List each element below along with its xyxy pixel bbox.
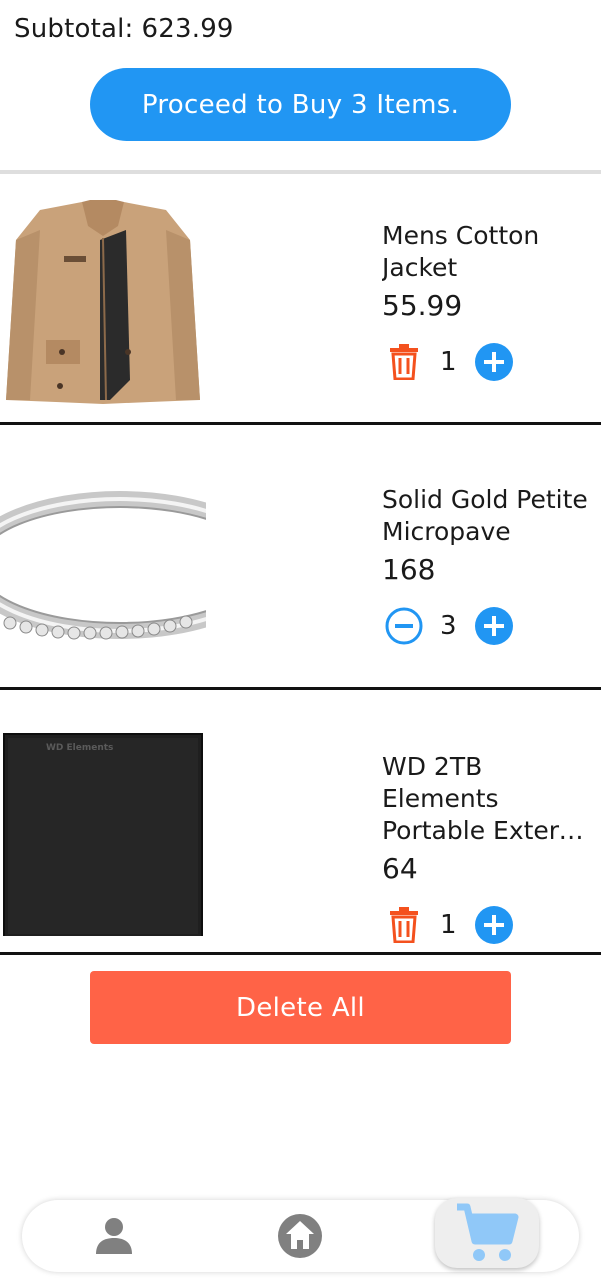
- item-info: WD 2TB Elements Portable External Hard D…: [382, 751, 597, 947]
- cart-item: Solid Gold Petite Micropave 168 3: [0, 425, 601, 690]
- quantity-stepper: 1: [382, 340, 597, 384]
- person-icon: [96, 1218, 132, 1254]
- bottom-nav: [22, 1198, 579, 1272]
- home-icon: [278, 1214, 322, 1258]
- item-name-line2: Jacket: [382, 253, 458, 282]
- quantity-stepper: 3: [382, 604, 597, 648]
- subtotal-label: Subtotal:: [14, 14, 134, 44]
- item-info: Mens Cotton Jacket 55.99 1: [382, 220, 597, 384]
- subtotal-value: 623.99: [141, 14, 234, 44]
- item-price: 55.99: [382, 289, 463, 322]
- cart-item: Mens Cotton Jacket 55.99 1: [0, 174, 601, 425]
- subtotal: Subtotal: 623.99: [14, 14, 234, 44]
- item-name-line1: Solid Gold Petite: [382, 485, 588, 514]
- item-price: 64: [382, 852, 418, 885]
- quantity-stepper: 1: [382, 903, 597, 947]
- trash-icon[interactable]: [384, 905, 424, 945]
- drive-label: WD Elements: [46, 743, 113, 753]
- item-name: WD 2TB Elements Portable External Hard D…: [382, 751, 597, 847]
- plus-circle-icon[interactable]: [474, 342, 514, 382]
- item-price: 168: [382, 553, 436, 586]
- item-name-line1: WD 2TB Elements: [382, 752, 499, 813]
- nav-home[interactable]: [248, 1200, 352, 1272]
- minus-circle-icon[interactable]: [384, 606, 424, 646]
- nav-cart[interactable]: [435, 1198, 539, 1268]
- item-thumbnail-ring[interactable]: [0, 465, 206, 671]
- item-name-line1: Mens Cotton: [382, 221, 540, 250]
- cart-screen: Subtotal:623.99 Proceed to Buy 3 Items.: [0, 0, 601, 1280]
- item-info: Solid Gold Petite Micropave 168 3: [382, 484, 597, 648]
- item-name: Mens Cotton Jacket: [382, 220, 597, 284]
- quantity-value: 1: [440, 347, 457, 377]
- item-name-line2: Portable External Hard Drive: [382, 816, 597, 845]
- delete-all-button[interactable]: Delete All: [90, 971, 511, 1044]
- item-name-line2: Micropave: [382, 517, 511, 546]
- cart-item: WD Elements WD 2TB Elements Portable Ext…: [0, 690, 601, 955]
- item-name: Solid Gold Petite Micropave: [382, 484, 597, 548]
- item-thumbnail-hard-drive[interactable]: WD Elements: [0, 730, 206, 936]
- item-thumbnail-jacket[interactable]: [0, 200, 206, 406]
- quantity-value: 1: [440, 910, 457, 940]
- quantity-value: 3: [440, 611, 457, 641]
- cart-icon: [457, 1203, 519, 1261]
- plus-circle-icon[interactable]: [474, 905, 514, 945]
- proceed-to-buy-button[interactable]: Proceed to Buy 3 Items.: [90, 68, 511, 141]
- plus-circle-icon[interactable]: [474, 606, 514, 646]
- trash-icon[interactable]: [384, 342, 424, 382]
- nav-profile[interactable]: [62, 1200, 166, 1272]
